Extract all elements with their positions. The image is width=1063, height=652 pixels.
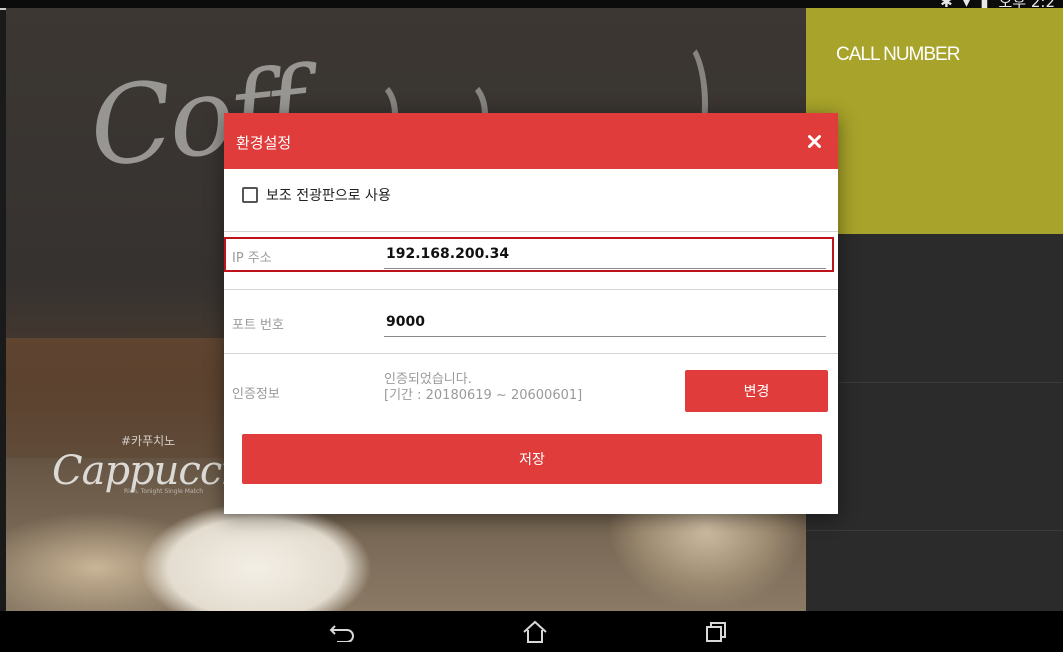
section-divider: [224, 353, 838, 354]
port-input-underline: [384, 336, 826, 337]
auth-label: 인증정보: [232, 387, 280, 402]
sub-display-checkbox[interactable]: [242, 187, 258, 203]
port-input[interactable]: 9000: [386, 314, 425, 330]
call-list-panel: [806, 234, 1063, 611]
sub-display-option[interactable]: 보조 전광판으로 사용: [242, 185, 391, 205]
dialog-title: 환경설정: [236, 134, 292, 152]
call-number-title: CALL NUMBER: [836, 44, 960, 65]
close-icon[interactable]: [806, 133, 822, 149]
status-bar: ✱ ▾ ▮ 오후 2:2: [0, 0, 1063, 11]
dialog-header: [224, 113, 838, 169]
cappuccino-korean-label: #카푸치노: [121, 434, 176, 448]
auth-status-message: 인증되었습니다.: [384, 372, 472, 387]
home-icon[interactable]: [510, 611, 560, 652]
settings-dialog: 환경설정 보조 전광판으로 사용 IP 주소 192.168.200.34 포트…: [224, 113, 838, 514]
call-number-panel: [806, 8, 1063, 234]
cappuccino-subtitle: Rich, Tonight Single Match: [124, 488, 204, 495]
save-button[interactable]: 저장: [242, 434, 822, 484]
ip-row-highlight: [224, 237, 834, 272]
auth-period: [기간 : 20180619 ~ 20600601]: [384, 388, 583, 403]
recents-icon[interactable]: [692, 611, 742, 652]
port-label: 포트 번호: [232, 318, 284, 333]
sub-display-label: 보조 전광판으로 사용: [266, 188, 391, 204]
section-divider: [224, 231, 838, 232]
call-list-divider: [806, 382, 1063, 383]
call-list-divider: [806, 530, 1063, 531]
back-icon[interactable]: [317, 611, 367, 652]
auth-status-text: 인증되었습니다. [기간 : 20180619 ~ 20600601]: [384, 372, 582, 404]
change-button[interactable]: 변경: [685, 370, 828, 412]
section-divider: [224, 289, 838, 290]
